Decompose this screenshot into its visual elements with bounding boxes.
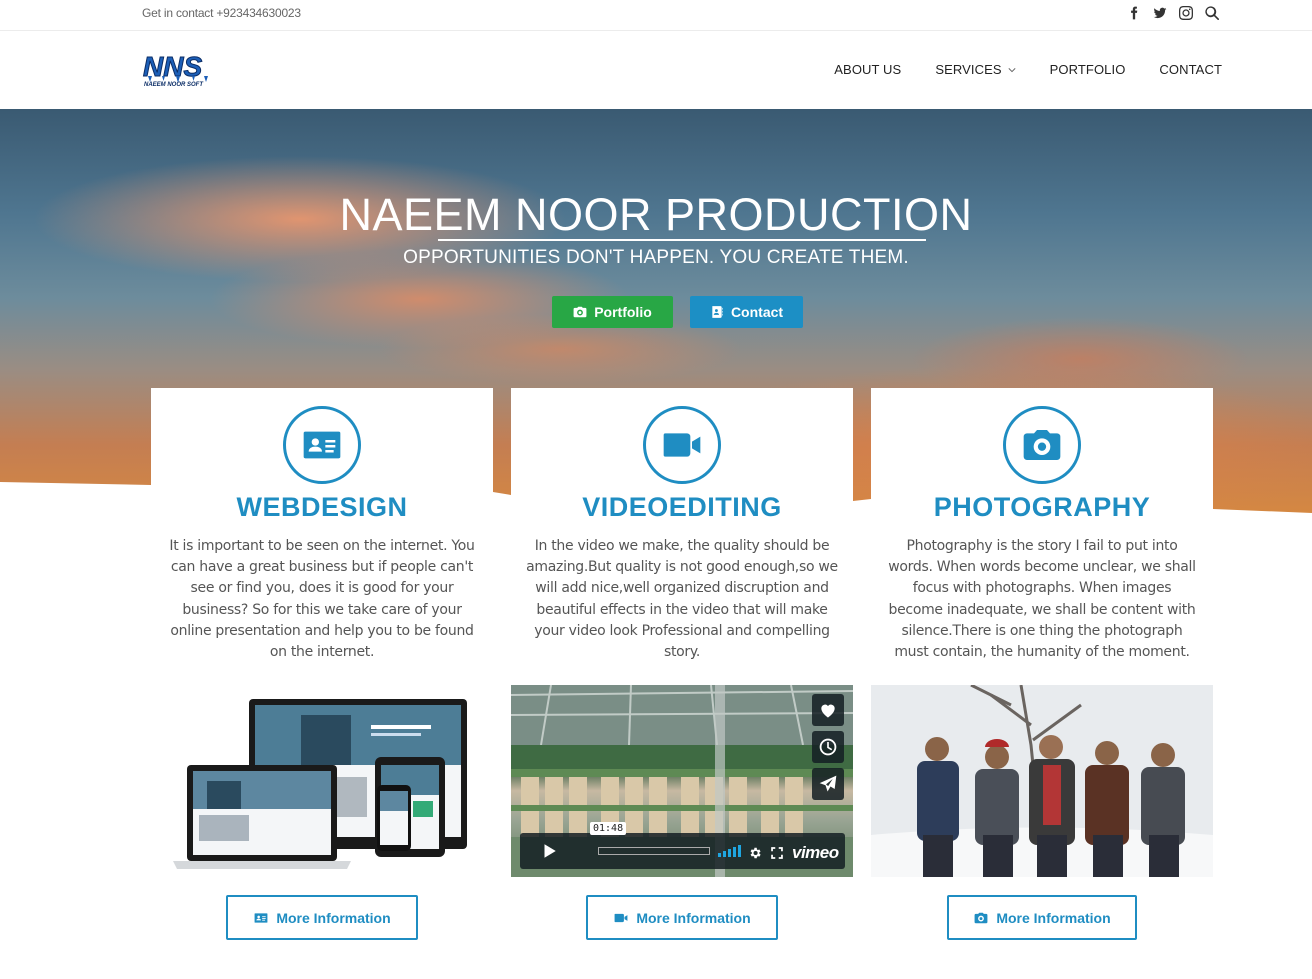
contact-button[interactable]: Contact [690,296,803,328]
camera-icon [1023,430,1061,460]
contact-phone-text: Get in contact +923434630023 [142,6,301,20]
photography-more-info-button[interactable]: More Information [947,895,1137,940]
play-icon [544,844,556,858]
webdesign-description: It is important to be seen on the intern… [169,538,475,661]
nav-about-us-label: ABOUT US [834,62,902,77]
portfolio-button-label: Portfolio [594,304,652,320]
videoediting-title: VIDEOEDITING [582,492,782,522]
webdesign-icon-circle [283,406,361,484]
nav-services[interactable]: SERVICES [935,62,1016,77]
webdesign-devices-image [151,685,493,877]
paper-plane-icon [819,775,837,792]
share-button[interactable] [812,768,844,800]
photography-title: PHOTOGRAPHY [933,492,1151,522]
volume-icon[interactable] [718,845,742,857]
nav-portfolio[interactable]: PORTFOLIO [1050,62,1126,77]
videoediting-icon-circle [643,406,721,484]
service-card-photography: PHOTOGRAPHY Photography is the story I f… [871,388,1213,888]
main-header: NNS NAEEM NOOR SOFT ABOUT US SERVICES PO… [0,31,1312,109]
instagram-icon[interactable] [1178,4,1194,22]
settings-gear-icon[interactable] [748,846,762,860]
social-links [1126,4,1220,22]
top-bar: Get in contact +923434630023 [0,0,1312,31]
video-controls: 01:48 vimeo [520,822,845,869]
facebook-icon[interactable] [1126,4,1142,22]
videoediting-more-info-label: More Information [636,909,751,926]
photography-more-info-label: More Information [996,909,1111,926]
chevron-down-icon [1008,67,1016,72]
id-card-icon [254,912,268,923]
group-photo-snow [871,685,1213,877]
videoediting-description: In the video we make, the quality should… [526,538,838,661]
id-card-icon [303,431,341,459]
play-button[interactable] [520,833,578,869]
portfolio-button[interactable]: Portfolio [552,296,673,328]
camera-icon [573,306,587,318]
service-card-videoediting: VIDEOEDITING In the video we make, the q… [511,388,853,888]
webdesign-more-info-button[interactable]: More Information [226,895,418,940]
hero-title: NAEEM NOOR PRODUCTION [339,189,973,240]
vimeo-logo[interactable]: vimeo [792,843,839,863]
nav-contact-label: CONTACT [1159,62,1222,77]
nav-contact[interactable]: CONTACT [1159,62,1222,77]
video-control-icons: vimeo [748,843,839,863]
webdesign-title: WEBDESIGN [236,492,408,522]
hero-subtitle: OPPORTUNITIES DON'T HAPPEN. YOU CREATE T… [403,247,909,268]
service-card-webdesign: WEBDESIGN It is important to be seen on … [151,388,493,888]
search-icon[interactable] [1204,4,1220,22]
nns-logo[interactable]: NNS NAEEM NOOR SOFT [142,49,224,89]
webdesign-more-info-label: More Information [276,909,391,926]
nav-portfolio-label: PORTFOLIO [1049,62,1126,77]
video-time: 01:48 [590,822,627,835]
twitter-icon[interactable] [1152,4,1168,22]
hero-divider [438,239,926,241]
video-player[interactable]: 01:48 vimeo [511,685,853,877]
nav-about-us[interactable]: ABOUT US [834,62,901,77]
clock-icon [819,738,837,756]
video-camera-icon [663,433,701,457]
camera-icon [974,912,988,923]
videoediting-more-info-button[interactable]: More Information [586,895,778,940]
nav-services-label: SERVICES [935,62,1002,77]
like-button[interactable] [812,694,844,726]
photography-description: Photography is the story I fail to put i… [888,538,1196,661]
photography-icon-circle [1003,406,1081,484]
heart-icon [821,704,835,718]
video-progress-bar[interactable] [598,847,710,855]
video-camera-icon [614,913,628,922]
fullscreen-icon[interactable] [770,846,784,860]
logo-subtext: NAEEM NOOR SOFT [144,82,204,88]
video-side-buttons [812,694,844,800]
watch-later-button[interactable] [812,731,844,763]
contact-button-label: Contact [730,304,784,320]
main-nav: ABOUT US SERVICES PORTFOLIO CONTACT [834,62,1222,77]
address-book-icon [712,306,723,318]
